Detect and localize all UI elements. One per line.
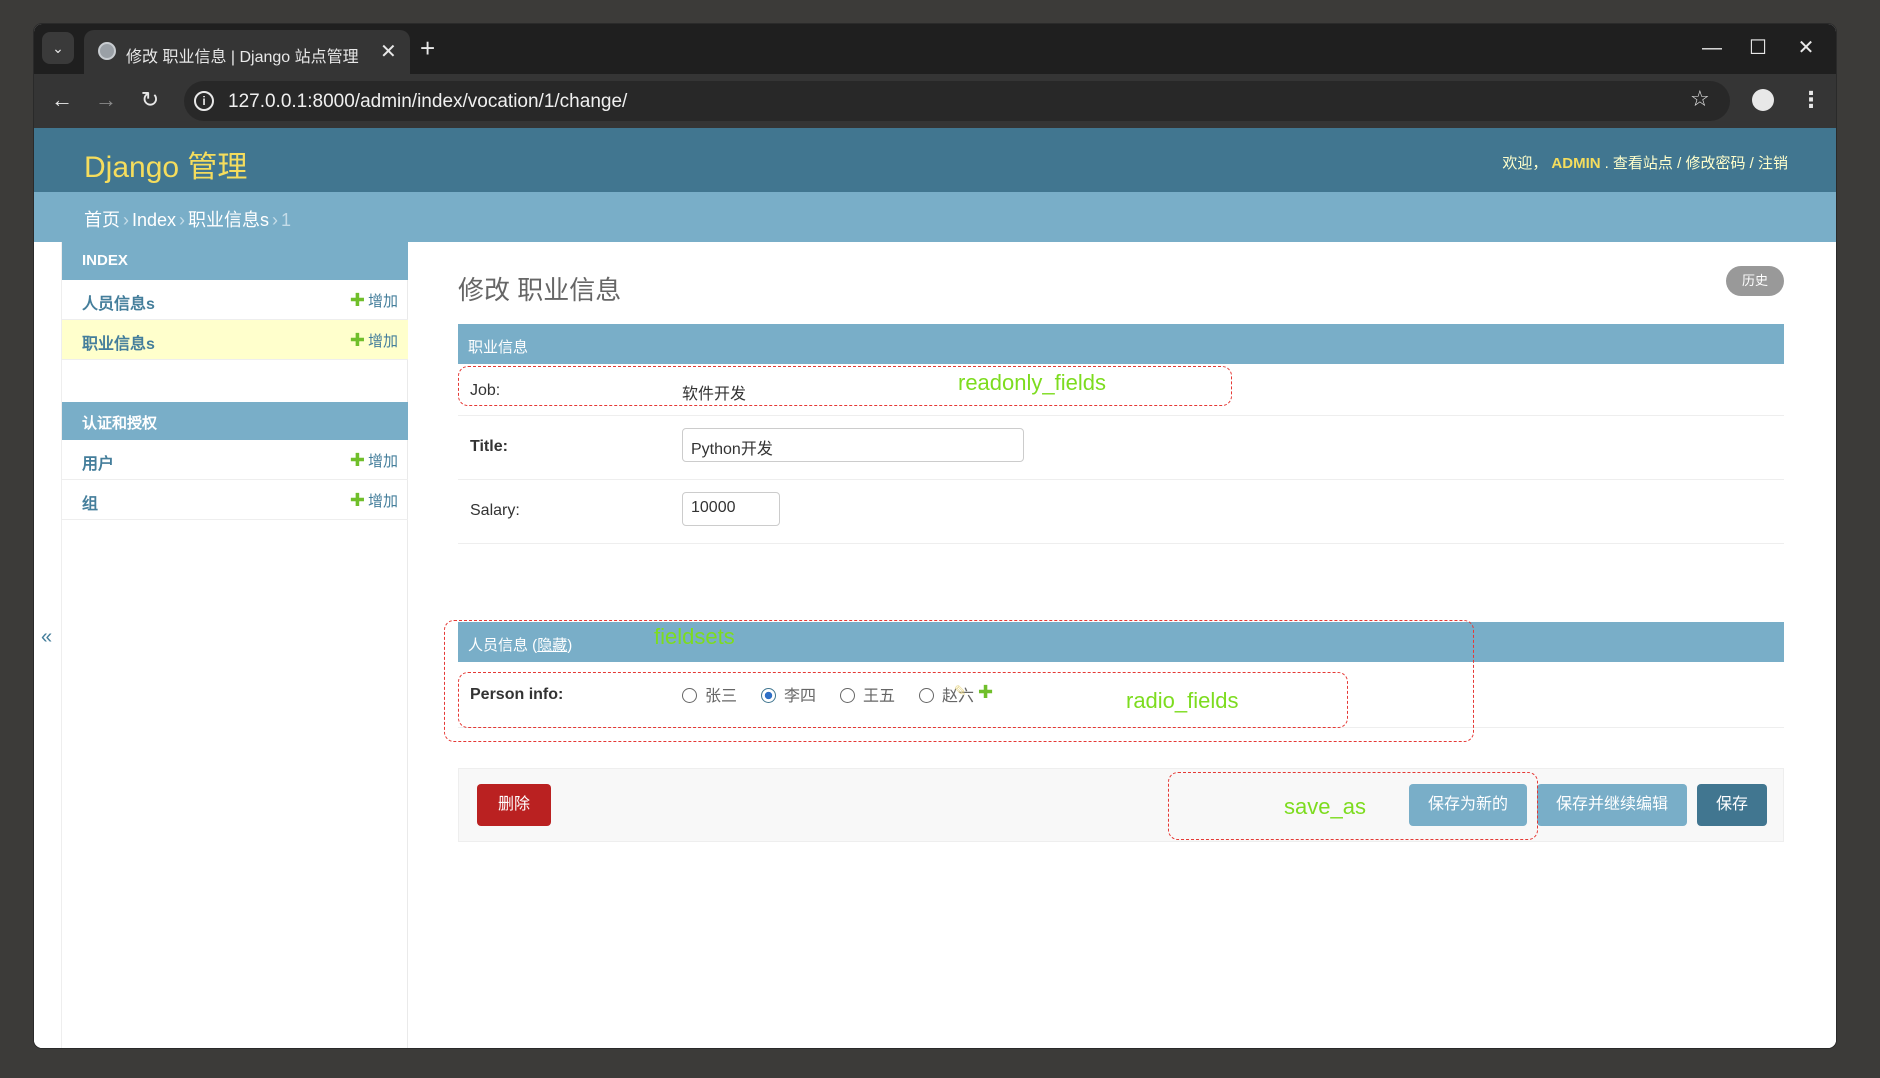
admin-header: Django 管理 欢迎， ADMIN. 查看站点 / 修改密码 / 注销 (34, 128, 1836, 192)
plus-icon: ✚ (349, 450, 365, 470)
submit-row: 删除 保存为新的 保存并继续编辑 保存 (458, 768, 1784, 842)
breadcrumb-current: 1 (281, 210, 292, 230)
main-content: 修改 职业信息 历史 职业信息 Job: 软件开发 Title: Python开… (408, 242, 1836, 1048)
form-row-title: Title: Python开发 (458, 416, 1784, 480)
sidebar-item-label[interactable]: 职业信息s (82, 330, 155, 354)
close-window-button[interactable]: ✕ (1786, 32, 1826, 64)
salary-input[interactable]: 10000 (682, 492, 780, 526)
browser-tab[interactable]: 修改 职业信息 | Django 站点管理 ✕ (84, 30, 410, 74)
module-caption-auth[interactable]: 认证和授权 (62, 402, 408, 440)
back-arrow-icon[interactable]: ← (46, 84, 78, 116)
save-continue-button[interactable]: 保存并继续编辑 (1537, 784, 1687, 826)
kebab-menu-icon[interactable]: ⋮ (1800, 86, 1822, 114)
site-info-icon[interactable]: i (194, 91, 214, 111)
annotation-label-save-as: save_as (1284, 794, 1366, 819)
globe-icon (98, 42, 116, 60)
salary-label: Salary: (470, 502, 520, 519)
bookmark-star-icon[interactable]: ☆ (1690, 86, 1710, 112)
sidebar-item-users[interactable]: 用户 ✚ 增加 (62, 440, 408, 480)
user-tools: 欢迎， ADMIN. 查看站点 / 修改密码 / 注销 (1502, 155, 1788, 172)
title-label: Title: (470, 438, 508, 455)
breadcrumb: 首页 › Index › 职业信息s › 1 (34, 192, 1836, 242)
annotation-box-readonly (458, 366, 1232, 406)
save-button[interactable]: 保存 (1697, 784, 1767, 826)
maximize-button[interactable]: ☐ (1738, 32, 1778, 64)
annotation-label-fieldsets: fieldsets (654, 624, 735, 649)
sidebar-item-label[interactable]: 用户 (82, 450, 114, 474)
minimize-button[interactable]: — (1692, 32, 1732, 64)
sidebar-item-label[interactable]: 人员信息s (82, 290, 155, 314)
tab-title: 修改 职业信息 | Django 站点管理 (126, 49, 359, 66)
tab-search-button[interactable]: ⌄ (42, 32, 74, 64)
sidebar-item-vocation[interactable]: 职业信息s ✚ 增加 (62, 320, 408, 360)
forward-arrow-icon[interactable]: → (90, 84, 122, 116)
add-link[interactable]: ✚ 增加 (350, 450, 398, 471)
sidebar-item-label[interactable]: 组 (82, 490, 98, 514)
delete-button[interactable]: 删除 (477, 784, 551, 826)
tab-bar: ⌄ 修改 职业信息 | Django 站点管理 ✕ + — ☐ ✕ (34, 24, 1836, 74)
annotation-label-radio: radio_fields (1126, 688, 1239, 713)
form-row-salary: Salary: 10000 (458, 480, 1784, 544)
profile-icon[interactable] (1752, 89, 1774, 111)
add-link[interactable]: ✚ 增加 (350, 290, 398, 311)
module-caption-index[interactable]: INDEX (62, 242, 408, 280)
sidebar-item-person[interactable]: 人员信息s ✚ 增加 (62, 280, 408, 320)
new-tab-button[interactable]: + (420, 32, 435, 64)
chevron-down-icon: ⌄ (52, 39, 64, 56)
browser-window: ⌄ 修改 职业信息 | Django 站点管理 ✕ + — ☐ ✕ ← → ↻ … (34, 24, 1836, 1048)
logout-link[interactable]: 注销 (1758, 155, 1788, 172)
site-brand[interactable]: Django 管理 (84, 142, 247, 186)
browser-toolbar: ← → ↻ i 127.0.0.1:8000/admin/index/vocat… (34, 74, 1836, 128)
plus-icon: ✚ (349, 290, 365, 310)
collapse-sidebar-icon[interactable]: « (41, 626, 52, 649)
sidebar-item-groups[interactable]: 组 ✚ 增加 (62, 480, 408, 520)
plus-icon: ✚ (349, 330, 365, 350)
fieldset-caption-vocation: 职业信息 (458, 324, 1784, 364)
add-link[interactable]: ✚ 增加 (350, 490, 398, 511)
close-tab-icon[interactable]: ✕ (380, 39, 397, 64)
title-input[interactable]: Python开发 (682, 428, 1024, 462)
breadcrumb-app[interactable]: Index (132, 210, 176, 230)
plus-icon: ✚ (349, 490, 365, 510)
view-site-link[interactable]: 查看站点 (1613, 155, 1673, 172)
change-password-link[interactable]: 修改密码 (1685, 155, 1745, 172)
address-bar[interactable]: i 127.0.0.1:8000/admin/index/vocation/1/… (184, 81, 1730, 121)
username: ADMIN (1551, 155, 1601, 172)
sidebar-toggle-strip: « (34, 242, 62, 1048)
page-title: 修改 职业信息 (458, 275, 622, 305)
welcome-text: 欢迎， (1502, 155, 1548, 172)
add-link[interactable]: ✚ 增加 (350, 330, 398, 351)
reload-icon[interactable]: ↻ (134, 84, 166, 116)
url-text[interactable]: 127.0.0.1:8000/admin/index/vocation/1/ch… (228, 91, 627, 113)
breadcrumb-home[interactable]: 首页 (84, 210, 120, 230)
annotation-label-readonly: readonly_fields (958, 370, 1106, 395)
history-button[interactable]: 历史 (1726, 266, 1784, 296)
breadcrumb-model[interactable]: 职业信息s (188, 210, 269, 230)
nav-sidebar: INDEX 人员信息s ✚ 增加 职业信息s ✚ 增加 认证和授权 用户 ✚ 增加 组… (62, 242, 408, 1048)
